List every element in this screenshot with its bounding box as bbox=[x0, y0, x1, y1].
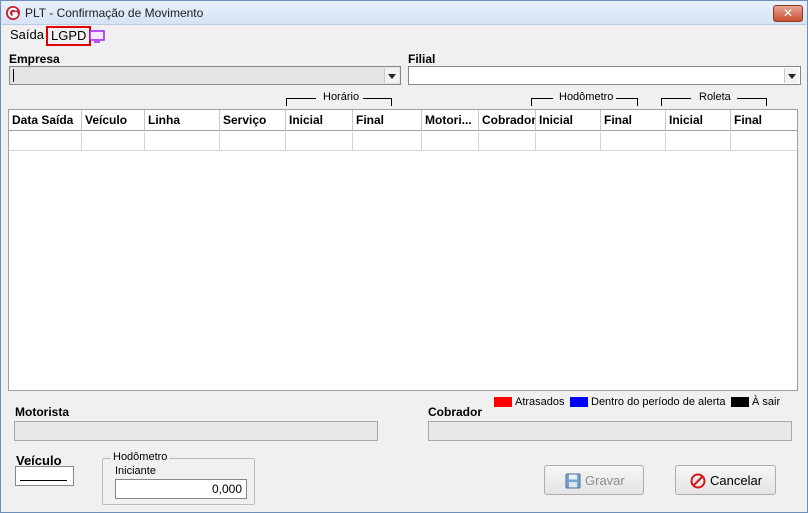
group-hodometro-bracket-right bbox=[616, 98, 638, 106]
filial-label: Filial bbox=[408, 52, 436, 66]
grid-cell[interactable] bbox=[9, 132, 82, 151]
column-header-horario-final[interactable]: Final bbox=[353, 110, 422, 131]
cancelar-button[interactable]: Cancelar bbox=[675, 465, 776, 495]
cancelar-label: Cancelar bbox=[710, 473, 763, 488]
group-roleta-label: Roleta bbox=[699, 91, 731, 103]
column-header-hodometro-inicial[interactable]: Inicial bbox=[536, 110, 601, 131]
gravar-label: Gravar bbox=[585, 473, 625, 488]
grid-cell[interactable] bbox=[601, 132, 666, 151]
column-header-hodometro-final[interactable]: Final bbox=[601, 110, 666, 131]
legend-swatch-alerta bbox=[570, 397, 588, 407]
grid-cell[interactable] bbox=[220, 132, 286, 151]
text-caret bbox=[13, 69, 14, 82]
close-icon: ✕ bbox=[782, 6, 794, 20]
chevron-down-icon[interactable] bbox=[384, 68, 399, 83]
column-header-linha[interactable]: Linha bbox=[145, 110, 220, 131]
window-title: PLT - Confirmação de Movimento bbox=[25, 6, 204, 20]
grid-cell[interactable] bbox=[479, 132, 536, 151]
legend-label-atrasados: Atrasados bbox=[515, 396, 565, 408]
menu-saida[interactable]: Saída bbox=[7, 27, 47, 45]
menu-bar: Saída LGPD bbox=[1, 26, 807, 46]
column-header-veiculo[interactable]: Veículo bbox=[82, 110, 145, 131]
group-horario-label: Horário bbox=[323, 91, 360, 103]
column-header-cobrador[interactable]: Cobrador bbox=[479, 110, 536, 131]
group-hodometro-bracket-left bbox=[531, 98, 553, 106]
empresa-select[interactable] bbox=[9, 66, 401, 85]
column-header-servico[interactable]: Serviço bbox=[220, 110, 286, 131]
main-window: PLT - Confirmação de Movimento ✕ Saída L… bbox=[0, 0, 808, 513]
close-button[interactable]: ✕ bbox=[773, 5, 803, 22]
hodometro-group-title: Hodômetro bbox=[111, 451, 170, 463]
cobrador-field[interactable] bbox=[428, 421, 792, 441]
input-mask-underline bbox=[20, 480, 67, 481]
column-header-data-saida[interactable]: Data Saída bbox=[9, 110, 82, 131]
motorista-label: Motorista bbox=[15, 405, 69, 419]
column-header-roleta-final[interactable]: Final bbox=[731, 110, 797, 131]
grid-cell[interactable] bbox=[536, 132, 601, 151]
grid-cell[interactable] bbox=[666, 132, 731, 151]
grid-cell[interactable] bbox=[82, 132, 145, 151]
cancel-icon bbox=[690, 473, 706, 489]
grid-cell[interactable] bbox=[731, 132, 797, 151]
empresa-label: Empresa bbox=[9, 52, 60, 66]
column-header-horario-inicial[interactable]: Inicial bbox=[286, 110, 353, 131]
motorista-field[interactable] bbox=[14, 421, 378, 441]
column-header-motorista[interactable]: Motori... bbox=[422, 110, 479, 131]
group-roleta-bracket-right bbox=[737, 98, 767, 106]
grid-cell[interactable] bbox=[145, 132, 220, 151]
title-bar: PLT - Confirmação de Movimento ✕ bbox=[1, 1, 807, 25]
app-logo-icon bbox=[6, 6, 20, 20]
legend-swatch-atrasados bbox=[494, 397, 512, 407]
group-hodometro-label: Hodômetro bbox=[559, 91, 614, 103]
movements-grid[interactable]: Data Saída Veículo Linha Serviço Inicial… bbox=[8, 109, 798, 391]
chevron-down-icon[interactable] bbox=[784, 68, 799, 83]
menu-lgpd[interactable]: LGPD bbox=[46, 26, 92, 46]
veiculo-input[interactable] bbox=[15, 466, 74, 486]
legend-label-a-sair: À sair bbox=[752, 396, 781, 408]
hodometro-iniciante-input[interactable]: 0,000 bbox=[115, 479, 247, 499]
legend-swatch-a-sair bbox=[731, 397, 749, 407]
group-horario-bracket-right bbox=[363, 98, 392, 106]
save-icon bbox=[565, 473, 581, 489]
legend-label-alerta: Dentro do período de alerta bbox=[591, 396, 726, 408]
monitor-icon[interactable] bbox=[89, 30, 105, 43]
iniciante-label: Iniciante bbox=[115, 465, 156, 477]
group-roleta-bracket-left bbox=[661, 98, 691, 106]
grid-cell[interactable] bbox=[353, 132, 422, 151]
grid-cell[interactable] bbox=[286, 132, 353, 151]
cobrador-label: Cobrador bbox=[428, 405, 482, 419]
grid-cell[interactable] bbox=[422, 132, 479, 151]
column-header-roleta-inicial[interactable]: Inicial bbox=[666, 110, 731, 131]
filial-select[interactable] bbox=[408, 66, 801, 85]
group-horario-bracket-left bbox=[286, 98, 316, 106]
gravar-button[interactable]: Gravar bbox=[544, 465, 644, 495]
